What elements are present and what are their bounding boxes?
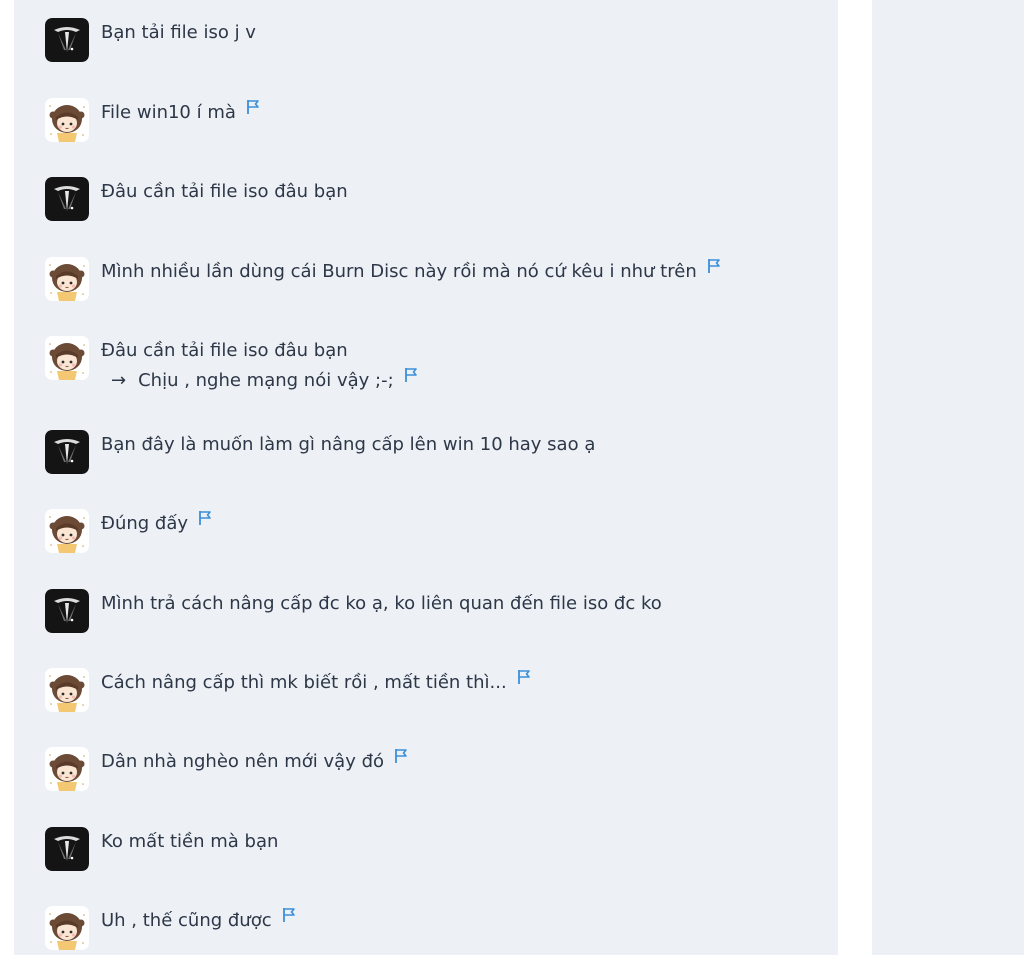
message-text: Bạn đây là muốn làm gì nâng cấp lên win … xyxy=(101,430,595,460)
message-line: Đâu cần tải file iso đâu bạn xyxy=(101,181,348,202)
reply-text: Chịu , nghe mạng nói vậy ;-; xyxy=(138,370,394,391)
chibi-girl-avatar[interactable] xyxy=(45,336,89,380)
message-line: Dân nhà nghèo nên mới vậy đó xyxy=(101,751,385,772)
chibi-girl-avatar[interactable] xyxy=(45,668,89,712)
message-text: Đâu cần tải file iso đâu bạn xyxy=(101,336,418,366)
flag-icon[interactable] xyxy=(198,506,212,536)
chat-panel[interactable]: Bạn tải file iso j v File win10 í mà Đâu… xyxy=(14,0,838,955)
chibi-girl-avatar[interactable] xyxy=(45,257,89,301)
chibi-girl-avatar[interactable] xyxy=(45,98,89,142)
message-line: Bạn tải file iso j v xyxy=(101,22,256,43)
message-line: Đúng đấy xyxy=(101,513,189,534)
left-margin xyxy=(0,0,14,955)
chibi-girl-avatar[interactable] xyxy=(45,906,89,950)
message-line: Mình trả cách nâng cấp đc ko ạ, ko liên … xyxy=(101,593,662,614)
tri-logo-icon[interactable] xyxy=(45,18,89,62)
message-text: Bạn tải file iso j v xyxy=(101,18,256,48)
tri-logo-icon[interactable] xyxy=(45,589,89,633)
message-text: Đúng đấy xyxy=(101,509,212,539)
message-text: Ko mất tiền mà bạn xyxy=(101,827,278,857)
flag-icon[interactable] xyxy=(707,254,721,284)
flag-icon[interactable] xyxy=(517,665,531,695)
message-text: Mình trả cách nâng cấp đc ko ạ, ko liên … xyxy=(101,589,662,619)
chibi-girl-avatar[interactable] xyxy=(45,509,89,553)
message-line: Cách nâng cấp thì mk biết rồi , mất tiền… xyxy=(101,672,507,693)
tri-logo-icon[interactable] xyxy=(45,827,89,871)
side-panel xyxy=(872,0,1024,955)
flag-icon[interactable] xyxy=(246,95,260,125)
message-text: Uh , thế cũng được xyxy=(101,906,296,936)
panel-gap xyxy=(838,0,872,955)
flag-icon[interactable] xyxy=(404,363,418,393)
message-line: Bạn đây là muốn làm gì nâng cấp lên win … xyxy=(101,434,596,455)
message-text: Mình nhiều lần dùng cái Burn Disc này rồ… xyxy=(101,257,721,287)
message-line: Uh , thế cũng được xyxy=(101,910,272,931)
message-text: Dân nhà nghèo nên mới vậy đó xyxy=(101,747,408,777)
reply-line: → Chịu , nghe mạng nói vậy ;-; xyxy=(101,366,418,396)
message-line: File win10 í mà xyxy=(101,102,236,123)
reply-arrow-icon: → xyxy=(111,370,127,391)
tri-logo-icon[interactable] xyxy=(45,177,89,221)
message-line: Đâu cần tải file iso đâu bạn xyxy=(101,340,348,361)
chibi-girl-avatar[interactable] xyxy=(45,747,89,791)
message-line: Ko mất tiền mà bạn xyxy=(101,831,279,852)
flag-icon[interactable] xyxy=(394,744,408,774)
flag-icon[interactable] xyxy=(282,903,296,933)
message-line: Mình nhiều lần dùng cái Burn Disc này rồ… xyxy=(101,261,697,282)
tri-logo-icon[interactable] xyxy=(45,430,89,474)
message-text: Cách nâng cấp thì mk biết rồi , mất tiền… xyxy=(101,668,531,698)
message-text: File win10 í mà xyxy=(101,98,260,128)
chat-screen: Bạn tải file iso j v File win10 í mà Đâu… xyxy=(0,0,1024,955)
message-text: Đâu cần tải file iso đâu bạn xyxy=(101,177,348,207)
